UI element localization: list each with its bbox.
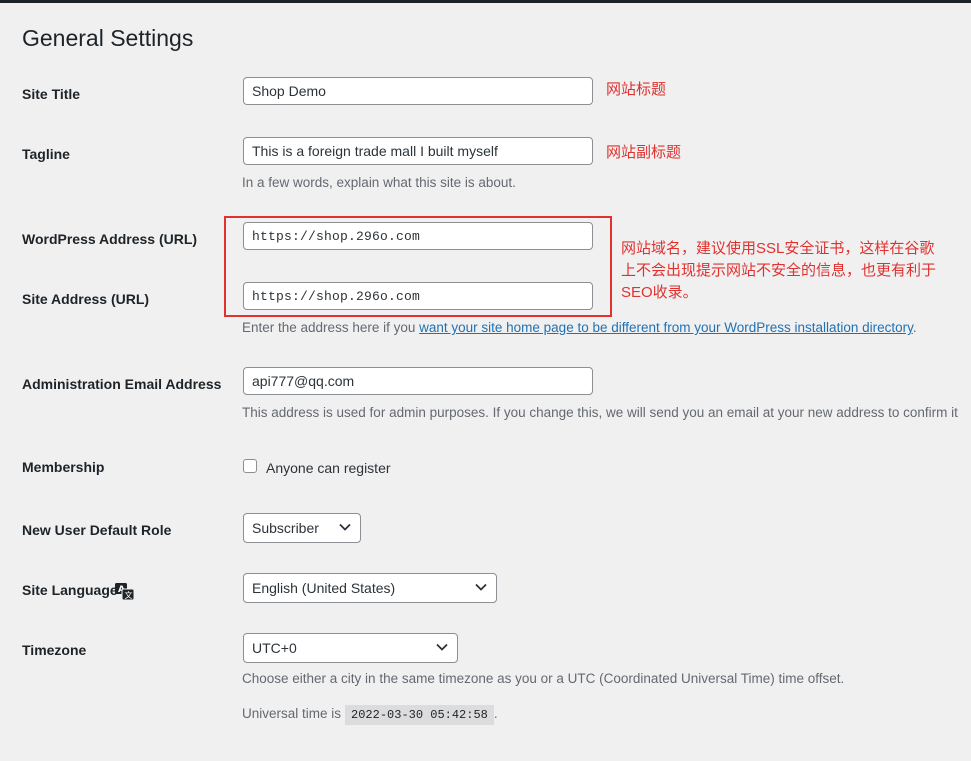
- site-address-description: Enter the address here if you want your …: [242, 319, 917, 337]
- site-address-input[interactable]: [243, 282, 593, 310]
- tagline-label: Tagline: [22, 146, 70, 162]
- site-title-annotation: 网站标题: [606, 81, 667, 98]
- svg-text:文: 文: [125, 590, 133, 600]
- site-home-page-link[interactable]: want your site home page to be different…: [419, 320, 913, 335]
- universal-time-prefix: Universal time is: [242, 706, 342, 721]
- site-language-select[interactable]: English (United States): [243, 573, 497, 603]
- timezone-description: Choose either a city in the same timezon…: [242, 671, 845, 686]
- admin-email-description: This address is used for admin purposes.…: [242, 405, 958, 420]
- timezone-select[interactable]: UTC+0: [243, 633, 458, 663]
- timezone-label: Timezone: [22, 642, 87, 658]
- site-language-selected: English (United States): [252, 580, 396, 596]
- chevron-down-icon: [475, 583, 487, 591]
- default-role-selected: Subscriber: [252, 520, 319, 536]
- translation-icon: A 文: [115, 583, 134, 600]
- admin-email-input[interactable]: [243, 367, 593, 395]
- page-title: General Settings: [22, 25, 194, 51]
- timezone-selected: UTC+0: [252, 640, 297, 656]
- site-title-label: Site Title: [22, 86, 81, 102]
- membership-checkbox-label[interactable]: Anyone can register: [266, 459, 391, 477]
- site-address-label: Site Address (URL): [22, 291, 150, 307]
- universal-time: Universal time is 2022-03-30 05:42:58.: [242, 705, 498, 725]
- default-role-label: New User Default Role: [22, 522, 172, 538]
- membership-checkbox[interactable]: [243, 459, 257, 473]
- tagline-input[interactable]: [243, 137, 593, 165]
- default-role-select[interactable]: Subscriber: [243, 513, 361, 543]
- site-address-description-suffix: .: [912, 320, 917, 335]
- address-annotation: 网站域名，建议使用SSL安全证书，这样在谷歌 上不会出现提示网站不安全的信息，也…: [621, 238, 936, 304]
- admin-email-label: Administration Email Address: [22, 376, 222, 392]
- address-annotation-line-3: SEO收录。: [621, 284, 698, 301]
- tagline-annotation: 网站副标题: [606, 144, 682, 161]
- wordpress-address-input[interactable]: [243, 222, 593, 250]
- site-title-input[interactable]: [243, 77, 593, 105]
- site-address-description-prefix: Enter the address here if you: [242, 320, 420, 335]
- universal-time-value: 2022-03-30 05:42:58: [345, 705, 494, 725]
- address-annotation-line-1: 网站域名，建议使用SSL安全证书，这样在谷歌: [621, 240, 935, 257]
- universal-time-suffix: .: [493, 706, 498, 721]
- admin-top-bar: [0, 0, 971, 3]
- chevron-down-icon: [436, 643, 448, 651]
- chevron-down-icon: [339, 523, 351, 531]
- site-language-label: Site Language: [22, 582, 118, 598]
- address-annotation-line-2: 上不会出现提示网站不安全的信息，也更有利于: [621, 262, 937, 279]
- wordpress-address-label: WordPress Address (URL): [22, 231, 198, 247]
- membership-label: Membership: [22, 459, 105, 475]
- tagline-description: In a few words, explain what this site i…: [242, 175, 516, 190]
